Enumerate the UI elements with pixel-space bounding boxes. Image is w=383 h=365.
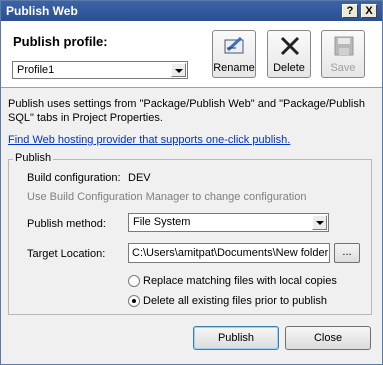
floppy-disk-icon	[334, 36, 354, 56]
window-title: Publish Web	[6, 4, 78, 18]
save-label: Save	[330, 62, 356, 74]
delete-files-radio[interactable]	[128, 295, 140, 307]
replace-files-label[interactable]: Replace matching files with local copies	[143, 275, 337, 287]
build-config-label: Build configuration:	[27, 172, 121, 184]
delete-files-label[interactable]: Delete all existing files prior to publi…	[143, 295, 327, 307]
replace-files-radio[interactable]	[128, 275, 140, 287]
build-config-value: DEV	[128, 172, 151, 184]
publish-method-select[interactable]: File System	[128, 213, 329, 232]
help-button[interactable]: ?	[342, 4, 358, 18]
browse-button[interactable]: ...	[334, 243, 360, 263]
delete-label: Delete	[273, 62, 305, 74]
title-bar[interactable]: Publish Web ? X	[1, 1, 382, 21]
rename-button[interactable]: Rename	[212, 30, 256, 78]
chevron-down-icon[interactable]	[312, 215, 327, 230]
publish-profile-label: Publish profile:	[13, 34, 108, 49]
publish-group-title: Publish	[13, 152, 54, 164]
rename-icon	[224, 36, 244, 54]
chevron-down-icon[interactable]	[171, 63, 186, 77]
delete-x-icon	[280, 36, 300, 56]
delete-button[interactable]: Delete	[267, 30, 311, 78]
rename-label: Rename	[213, 62, 255, 74]
publish-method-label: Publish method:	[27, 218, 106, 230]
save-button[interactable]: Save	[321, 30, 365, 78]
close-window-button[interactable]: X	[361, 4, 377, 18]
publish-button[interactable]: Publish	[193, 326, 279, 350]
hosting-provider-link[interactable]: Find Web hosting provider that supports …	[8, 134, 290, 146]
publish-description: Publish uses settings from "Package/Publ…	[8, 98, 365, 124]
target-location-label: Target Location:	[27, 248, 106, 260]
profile-select-value: Profile1	[17, 64, 55, 76]
profile-header: Publish profile: Profile1 Rename Delete	[1, 21, 382, 88]
publish-web-dialog: Publish Web ? X Publish profile: Profile…	[0, 0, 383, 365]
build-config-hint: Use Build Configuration Manager to chang…	[27, 191, 307, 203]
profile-select[interactable]: Profile1	[12, 61, 188, 79]
target-location-value: C:\Users\amitpat\Documents\New folder	[132, 247, 329, 259]
close-button[interactable]: Close	[285, 326, 371, 350]
target-location-input[interactable]: C:\Users\amitpat\Documents\New folder	[128, 243, 330, 263]
publish-method-value: File System	[133, 216, 191, 228]
